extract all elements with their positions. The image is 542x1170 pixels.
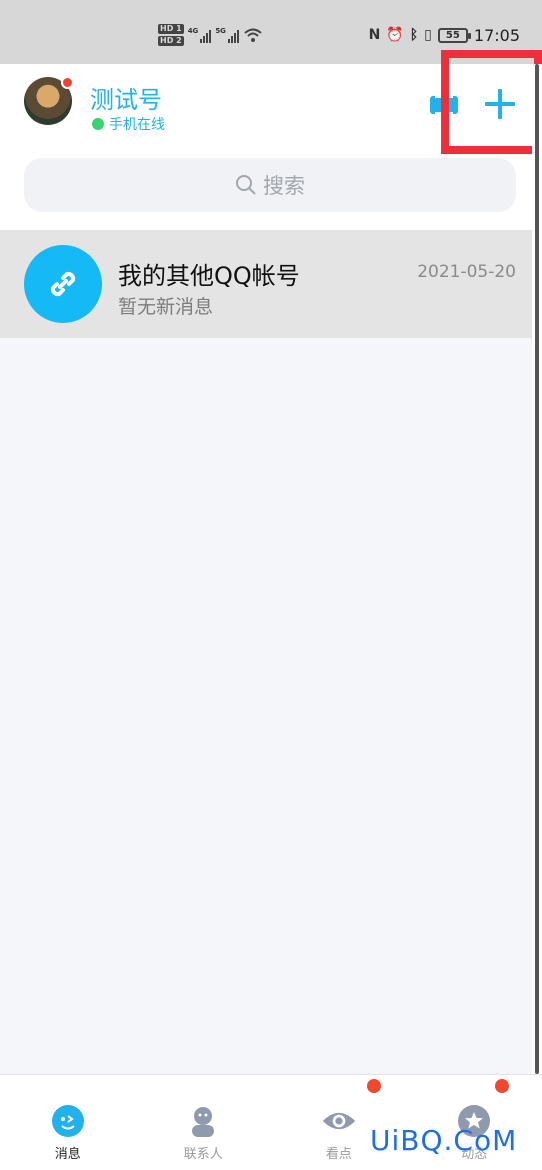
add-button[interactable] xyxy=(480,84,520,124)
conversation-date: 2021-05-20 xyxy=(417,262,516,282)
eye-icon xyxy=(321,1103,357,1139)
tab-badge xyxy=(367,1079,381,1093)
conversation-avatar xyxy=(24,245,102,323)
contacts-icon xyxy=(185,1103,221,1139)
vibrate-icon: ▯ xyxy=(424,27,432,43)
status-time: 17:05 xyxy=(473,25,520,45)
header: 测试号 手机在线 搜索 xyxy=(0,64,532,230)
conversation-item[interactable]: 我的其他QQ帐号 暂无新消息 2021-05-20 xyxy=(0,230,532,338)
search-icon xyxy=(236,175,256,195)
message-icon xyxy=(50,1103,86,1139)
signal-indicators: HD 1 HD 2 4G 5G xyxy=(158,24,263,46)
wifi-icon xyxy=(244,28,262,42)
signal-4g-icon: 4G xyxy=(188,27,212,43)
link-icon xyxy=(50,271,76,297)
tab-badge xyxy=(494,1079,509,1093)
tab-messages[interactable]: 消息 xyxy=(0,1075,136,1170)
tab-label: 联系人 xyxy=(183,1147,223,1162)
search-placeholder: 搜索 xyxy=(263,174,305,198)
status-bar: HD 1 HD 2 4G 5G N ⏰ ᛒ ▯ 55 17:05 xyxy=(0,0,542,64)
alarm-icon: ⏰ xyxy=(386,27,404,43)
battery-icon: 55 xyxy=(437,27,471,43)
tab-contacts[interactable]: 联系人 xyxy=(136,1075,272,1170)
hd-badge-2: HD 2 xyxy=(158,36,184,46)
notification-dot xyxy=(61,76,74,89)
watermark: UiBQ.CoM xyxy=(370,1124,518,1157)
scrollbar-thumb[interactable] xyxy=(535,64,539,1074)
online-dot-icon xyxy=(92,118,104,130)
bluetooth-icon: ᛒ xyxy=(409,27,419,43)
signal-5g-icon: 5G xyxy=(215,27,239,43)
scrollbar[interactable] xyxy=(532,64,542,1074)
hd-badge-1: HD 1 xyxy=(158,24,184,34)
nfc-icon: N xyxy=(368,27,381,43)
presence-status[interactable]: 手机在线 xyxy=(92,114,165,134)
conversation-title: 我的其他QQ帐号 xyxy=(118,262,300,290)
tab-label: 消息 xyxy=(54,1147,81,1162)
tab-label: 看点 xyxy=(325,1147,352,1162)
conversation-preview: 暂无新消息 xyxy=(118,296,214,318)
nickname[interactable]: 测试号 xyxy=(90,80,162,115)
search-input[interactable]: 搜索 xyxy=(24,158,516,212)
avatar[interactable] xyxy=(24,76,74,125)
video-call-button[interactable] xyxy=(430,94,458,116)
presence-label: 手机在线 xyxy=(109,117,165,133)
